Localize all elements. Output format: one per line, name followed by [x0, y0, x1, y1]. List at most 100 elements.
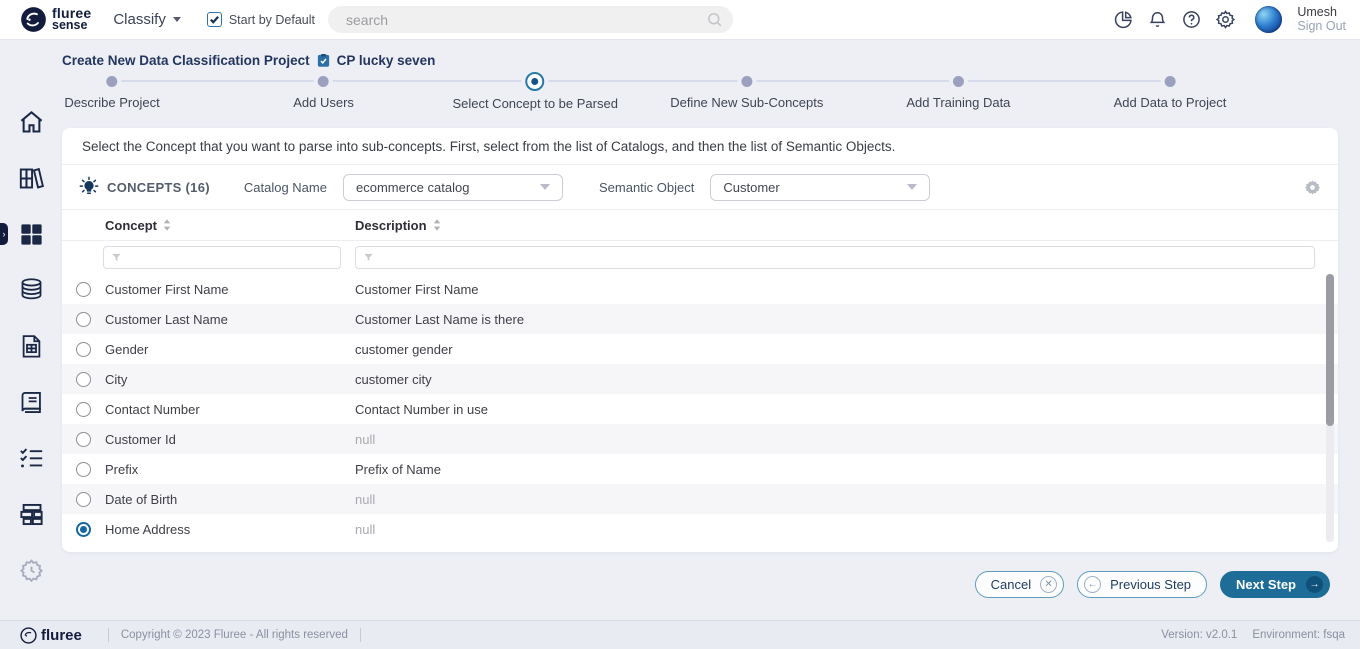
step-label: Add Users [293, 95, 354, 110]
concept-filter-input[interactable] [104, 247, 340, 268]
stepper-step-active[interactable]: Select Concept to be Parsed [452, 70, 618, 111]
description-cell: null [355, 522, 1338, 537]
row-radio-button[interactable] [76, 402, 91, 417]
table-row[interactable]: Gendercustomer gender [62, 334, 1338, 364]
step-label: Define New Sub-Concepts [670, 95, 823, 110]
next-step-button[interactable]: Next Step → [1220, 571, 1330, 598]
sign-out-link[interactable]: Sign Out [1297, 20, 1346, 33]
sidebar-item-home[interactable] [0, 94, 62, 150]
wizard-actions: Cancel ✕ ← Previous Step Next Step → [62, 571, 1338, 598]
table-settings-gear-icon[interactable] [1303, 178, 1322, 197]
sidebar-item-classification-projects[interactable]: › [0, 206, 62, 262]
table-row[interactable]: Customer Last NameCustomer Last Name is … [62, 304, 1338, 334]
previous-step-button[interactable]: ← Previous Step [1077, 571, 1207, 598]
step-dot-icon [318, 76, 329, 87]
sidebar-item-scheduler[interactable] [0, 542, 62, 598]
concept-cell: City [105, 372, 355, 387]
column-header-description[interactable]: Description [355, 218, 441, 233]
analytics-pie-chart-icon[interactable] [1113, 9, 1134, 30]
sidebar-item-glossary[interactable] [0, 374, 62, 430]
semantic-object-select[interactable]: Customer [710, 174, 930, 201]
footer-divider [360, 628, 361, 642]
sidebar-item-databases[interactable] [0, 262, 62, 318]
row-radio-button[interactable] [76, 522, 91, 537]
fluree-sense-logo[interactable]: fluree sense [20, 6, 91, 33]
description-header-label: Description [355, 218, 427, 233]
breadcrumb: Create New Data Classification Project C… [62, 50, 1338, 70]
radio-cell [62, 432, 105, 447]
step-dot-inner [532, 78, 539, 85]
radio-cell [62, 282, 105, 297]
table-row[interactable]: PrefixPrefix of Name [62, 454, 1338, 484]
description-cell: null [355, 492, 1338, 507]
sidebar-item-tasks[interactable] [0, 430, 62, 486]
row-radio-button[interactable] [76, 282, 91, 297]
description-cell: customer gender [355, 342, 1338, 357]
row-radio-button[interactable] [76, 462, 91, 477]
lightbulb-icon [78, 176, 100, 198]
description-filter-input[interactable] [356, 247, 1314, 268]
stepper-step-todo[interactable]: Define New Sub-Concepts [670, 70, 823, 110]
description-cell: Customer First Name [355, 282, 1338, 297]
start-by-default-checkbox[interactable] [207, 12, 222, 27]
radio-cell [62, 312, 105, 327]
home-icon [18, 109, 45, 136]
header-actions: Umesh Sign Out [1113, 6, 1346, 33]
version-text: Version: v2.0.1 [1161, 629, 1237, 641]
sidebar-item-catalogs[interactable] [0, 150, 62, 206]
description-filter [355, 246, 1315, 269]
settings-gear-icon[interactable] [1215, 9, 1236, 30]
help-icon[interactable] [1181, 9, 1202, 30]
start-by-default-label: Start by Default [229, 13, 315, 27]
row-radio-button[interactable] [76, 312, 91, 327]
radio-cell [62, 402, 105, 417]
row-radio-button[interactable] [76, 342, 91, 357]
row-radio-button[interactable] [76, 432, 91, 447]
stepper: Describe Project Add Users Select Concept … [62, 70, 1338, 128]
funnel-icon [111, 252, 122, 263]
column-header-concept[interactable]: Concept [105, 218, 355, 233]
concept-filter [103, 246, 341, 269]
environment-text: Environment: fsqa [1252, 629, 1345, 641]
radio-cell [62, 372, 105, 387]
stepper-step-todo[interactable]: Add Training Data [906, 70, 1010, 110]
catalog-name-select[interactable]: ecommerce catalog [343, 174, 563, 201]
row-radio-button[interactable] [76, 492, 91, 507]
page-title: Create New Data Classification Project [62, 53, 310, 68]
table-header-row: Concept Description [62, 210, 1338, 241]
layers-stack-icon [18, 501, 45, 528]
app-footer: fluree Copyright © 2023 Fluree - All rig… [0, 620, 1360, 649]
sidebar: › [0, 40, 62, 620]
brand-wordmark: fluree sense [52, 8, 91, 31]
user-avatar[interactable] [1255, 6, 1282, 33]
concept-cell: Gender [105, 342, 355, 357]
stepper-step-done[interactable]: Describe Project [64, 70, 159, 110]
table-row[interactable]: Customer First NameCustomer First Name [62, 274, 1338, 304]
table-row[interactable]: Home Addressnull [62, 514, 1338, 544]
arrow-right-icon: → [1306, 576, 1323, 593]
book-icon [18, 389, 45, 416]
spreadsheet-file-icon [18, 333, 45, 360]
project-name: CP lucky seven [337, 53, 436, 68]
stepper-line [112, 80, 1170, 82]
stepper-step-todo[interactable]: Add Data to Project [1114, 70, 1227, 110]
step-dot-icon [741, 76, 752, 87]
concept-cell: Customer Id [105, 432, 355, 447]
semantic-object-label: Semantic Object [599, 180, 694, 195]
cancel-button[interactable]: Cancel ✕ [975, 571, 1064, 598]
stepper-step-done[interactable]: Add Users [293, 70, 354, 110]
table-row[interactable]: Citycustomer city [62, 364, 1338, 394]
sidebar-item-reports[interactable] [0, 318, 62, 374]
concept-cell: Date of Birth [105, 492, 355, 507]
catalog-name-label: Catalog Name [244, 180, 327, 195]
table-row[interactable]: Contact NumberContact Number in use [62, 394, 1338, 424]
notifications-bell-icon[interactable] [1147, 9, 1168, 30]
gear-clock-icon [18, 557, 45, 584]
table-row[interactable]: Customer Idnull [62, 424, 1338, 454]
table-scrollbar-thumb[interactable] [1326, 274, 1334, 426]
row-radio-button[interactable] [76, 372, 91, 387]
classify-module-dropdown[interactable]: Classify [113, 11, 181, 28]
sidebar-item-servers[interactable] [0, 486, 62, 542]
table-row[interactable]: Date of Birthnull [62, 484, 1338, 514]
search-input[interactable] [346, 12, 706, 28]
